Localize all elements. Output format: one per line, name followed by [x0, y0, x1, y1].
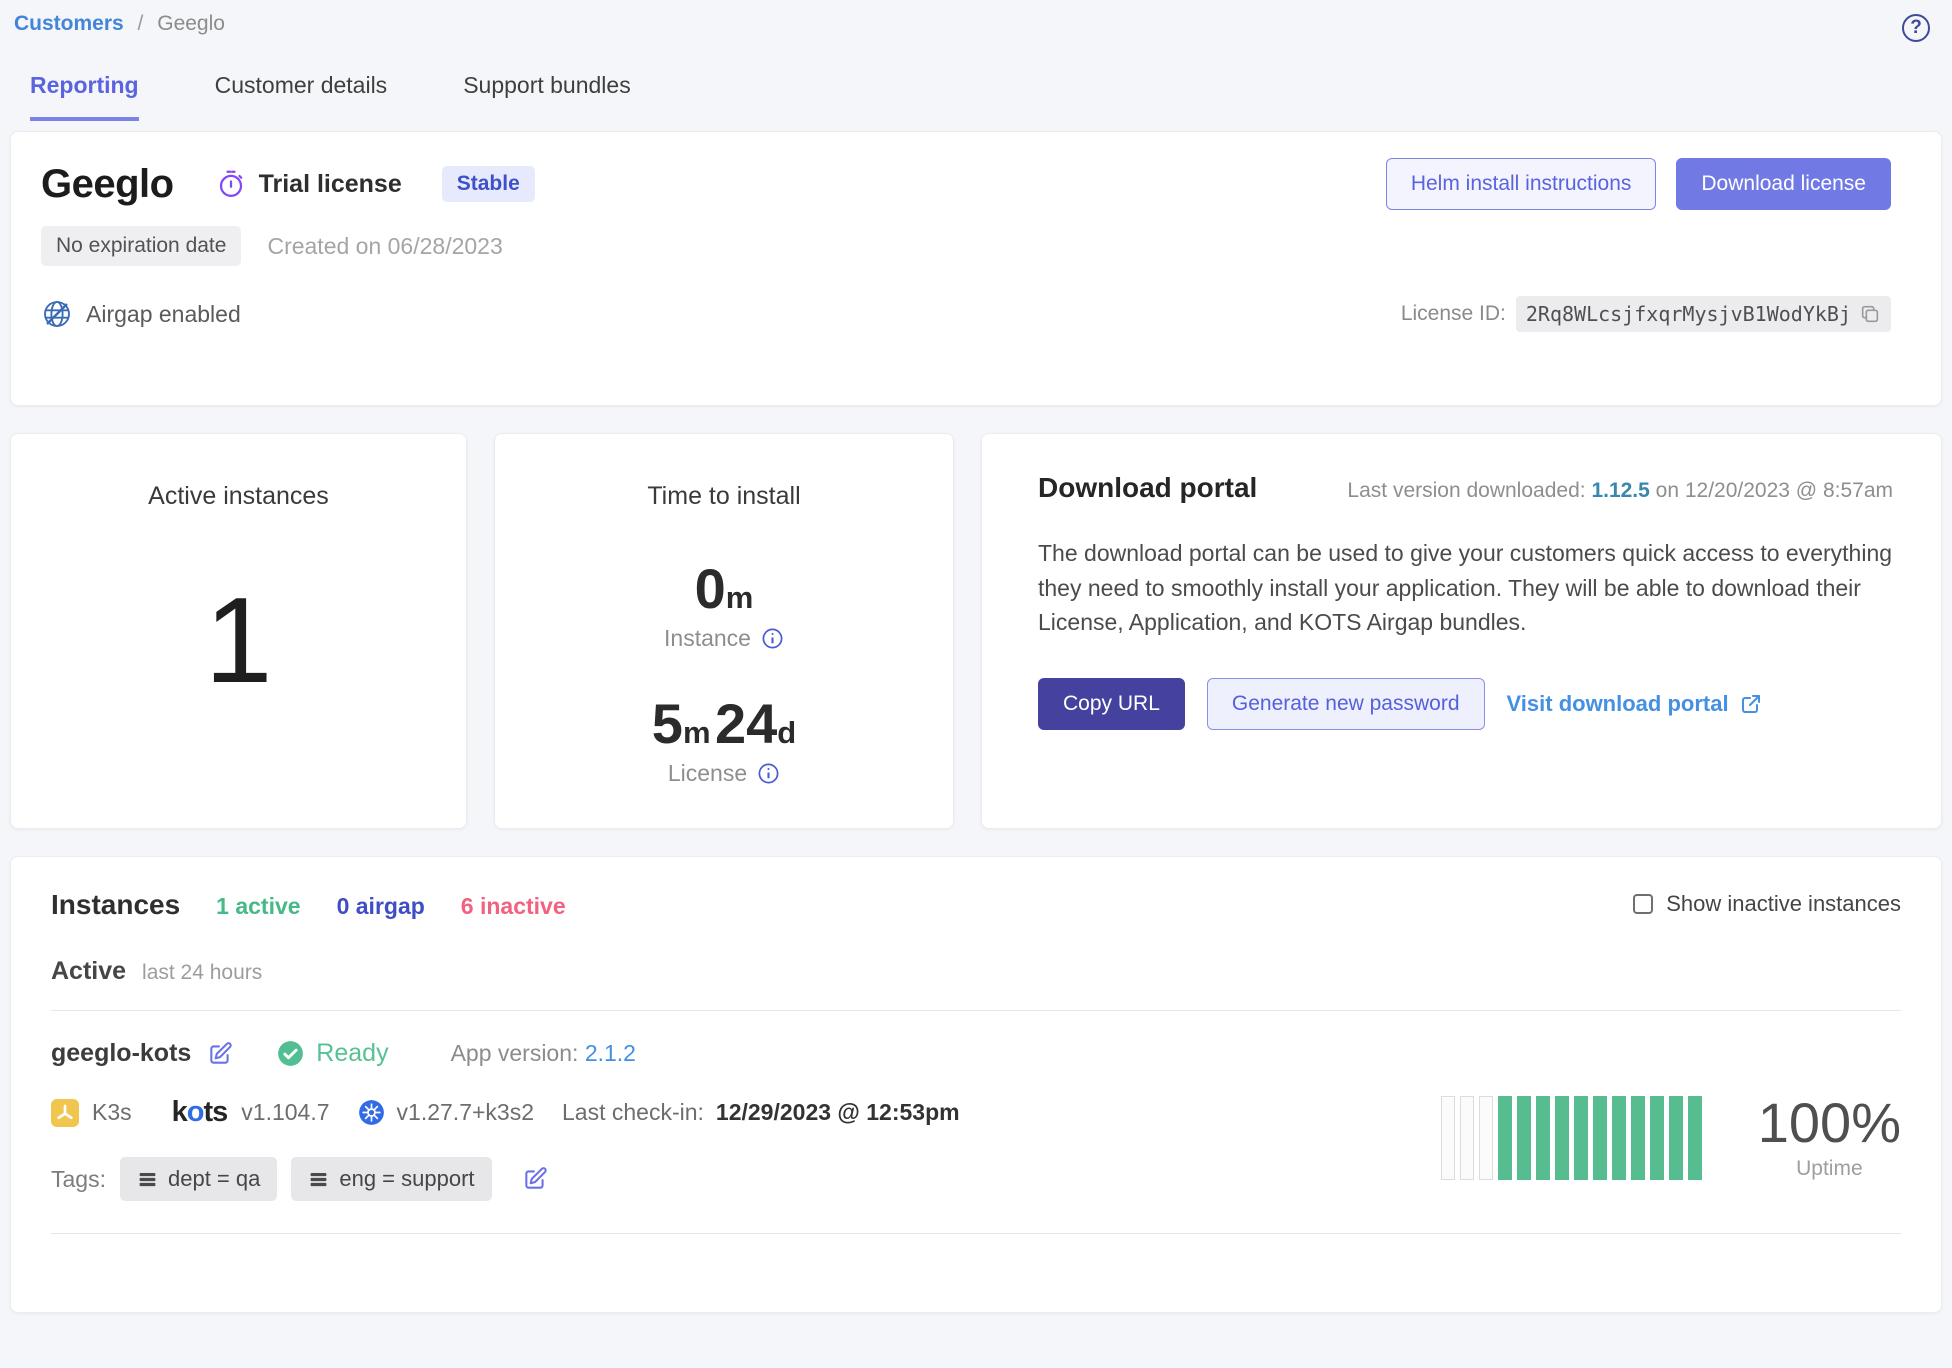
license-id-label: License ID:	[1401, 302, 1506, 326]
ready-check-icon	[277, 1040, 304, 1067]
channel-badge: Stable	[442, 166, 535, 202]
edit-instance-name-icon[interactable]	[207, 1041, 233, 1067]
tag-badge: eng = support	[291, 1157, 491, 1201]
k3s-icon	[51, 1099, 79, 1127]
edit-tags-icon[interactable]	[522, 1166, 548, 1192]
uptime-bar-filled	[1593, 1096, 1607, 1180]
uptime-bar-filled	[1498, 1096, 1512, 1180]
uptime-bar-empty	[1460, 1096, 1474, 1180]
last-version-link[interactable]: 1.12.5	[1591, 479, 1649, 502]
created-date: Created on 06/28/2023	[267, 233, 502, 260]
uptime-section: 100% Uptime	[1441, 1075, 1901, 1201]
tab-customer-details[interactable]: Customer details	[215, 72, 388, 121]
uptime-bar-filled	[1650, 1096, 1664, 1180]
visit-download-portal-link[interactable]: Visit download portal	[1507, 691, 1763, 717]
divider	[51, 1233, 1901, 1234]
license-type-label: Trial license	[259, 170, 402, 199]
expiration-badge: No expiration date	[41, 226, 241, 266]
license-card: Geeglo Trial license Stable Helm install…	[10, 131, 1942, 406]
download-portal-description: The download portal can be used to give …	[1038, 536, 1893, 640]
last-version-downloaded: Last version downloaded: 1.12.5 on 12/20…	[1347, 479, 1893, 503]
breadcrumb-customers-link[interactable]: Customers	[14, 12, 124, 35]
help-icon[interactable]: ?	[1902, 14, 1930, 42]
airgap-label: Airgap enabled	[86, 301, 241, 328]
active-instances-card: Active instances 1	[10, 433, 467, 829]
airgap-count[interactable]: 0 airgap	[337, 893, 425, 920]
k8s-version: v1.27.7+k3s2	[397, 1099, 534, 1126]
breadcrumb-current: Geeglo	[157, 12, 225, 35]
show-inactive-checkbox[interactable]	[1633, 894, 1653, 914]
external-link-icon	[1739, 692, 1763, 716]
license-info-icon[interactable]	[757, 762, 780, 785]
show-inactive-label: Show inactive instances	[1666, 891, 1901, 917]
license-install-time: 5m 24d	[495, 696, 953, 752]
download-portal-card: Download portal Last version downloaded:…	[981, 433, 1942, 829]
active-instances-value: 1	[11, 579, 466, 701]
tag-bars-icon	[308, 1169, 329, 1190]
instances-card: Instances 1 active 0 airgap 6 inactive S…	[10, 856, 1942, 1313]
active-instances-title: Active instances	[11, 482, 466, 511]
download-license-button[interactable]: Download license	[1676, 158, 1891, 210]
active-count[interactable]: 1 active	[216, 893, 300, 920]
tab-bar: Reporting Customer details Support bundl…	[30, 72, 1952, 121]
breadcrumb: Customers / Geeglo	[14, 12, 225, 36]
tag-badge: dept = qa	[120, 1157, 277, 1201]
download-portal-title: Download portal	[1038, 472, 1257, 504]
uptime-bar-filled	[1517, 1096, 1531, 1180]
copy-icon[interactable]	[1859, 303, 1881, 325]
uptime-bars	[1441, 1096, 1702, 1180]
instance-name: geeglo-kots	[51, 1039, 191, 1068]
uptime-bar-filled	[1536, 1096, 1550, 1180]
last-checkin-label: Last check-in:	[562, 1099, 704, 1126]
uptime-bar-empty	[1441, 1096, 1455, 1180]
time-to-install-title: Time to install	[495, 482, 953, 511]
airgap-globe-icon	[41, 298, 73, 330]
inactive-count[interactable]: 6 inactive	[461, 893, 566, 920]
uptime-bar-filled	[1612, 1096, 1626, 1180]
last-checkin-value: 12/29/2023 @ 12:53pm	[716, 1099, 960, 1126]
copy-url-button[interactable]: Copy URL	[1038, 678, 1185, 730]
app-version-link[interactable]: 2.1.2	[585, 1040, 636, 1066]
instance-status: Ready	[316, 1039, 388, 1068]
generate-password-button[interactable]: Generate new password	[1207, 678, 1485, 730]
show-inactive-toggle[interactable]: Show inactive instances	[1633, 891, 1901, 917]
instances-title: Instances	[51, 889, 180, 921]
kubernetes-icon	[358, 1099, 385, 1126]
trial-license-icon	[216, 169, 246, 199]
uptime-label: Uptime	[1758, 1157, 1901, 1181]
uptime-value: 100%	[1758, 1095, 1901, 1151]
kots-version: v1.104.7	[241, 1099, 329, 1126]
uptime-bar-filled	[1688, 1096, 1702, 1180]
active-section-title: Active	[51, 957, 126, 986]
tag-bars-icon	[137, 1169, 158, 1190]
instance-time-label: Instance	[664, 625, 751, 652]
kots-logo: kots	[172, 1096, 228, 1129]
uptime-bar-filled	[1574, 1096, 1588, 1180]
app-version-label: App version:	[451, 1040, 579, 1066]
breadcrumb-separator: /	[138, 12, 144, 35]
license-time-label: License	[668, 760, 747, 787]
tab-support-bundles[interactable]: Support bundles	[463, 72, 631, 121]
instance-row: geeglo-kots Ready App version:	[51, 1039, 1901, 1201]
tags-label: Tags:	[51, 1166, 106, 1193]
top-header: Customers / Geeglo ?	[0, 0, 1952, 42]
tab-reporting[interactable]: Reporting	[30, 72, 139, 121]
instance-info-icon[interactable]	[761, 627, 784, 650]
k3s-label: K3s	[92, 1099, 132, 1126]
uptime-bar-filled	[1555, 1096, 1569, 1180]
uptime-bar-empty	[1479, 1096, 1493, 1180]
helm-install-button[interactable]: Helm install instructions	[1386, 158, 1657, 210]
license-id-value: 2Rq8WLcsjfxqrMysjvB1WodYkBj	[1526, 302, 1851, 326]
license-id-badge[interactable]: 2Rq8WLcsjfxqrMysjvB1WodYkBj	[1516, 296, 1891, 332]
divider	[51, 1010, 1901, 1011]
time-to-install-card: Time to install 0m Instance 5m 24d Licen…	[494, 433, 954, 829]
active-section-range: last 24 hours	[142, 961, 262, 985]
instance-install-time: 0m	[495, 561, 953, 617]
uptime-bar-filled	[1631, 1096, 1645, 1180]
customer-title: Geeglo	[41, 162, 174, 207]
uptime-bar-filled	[1669, 1096, 1683, 1180]
